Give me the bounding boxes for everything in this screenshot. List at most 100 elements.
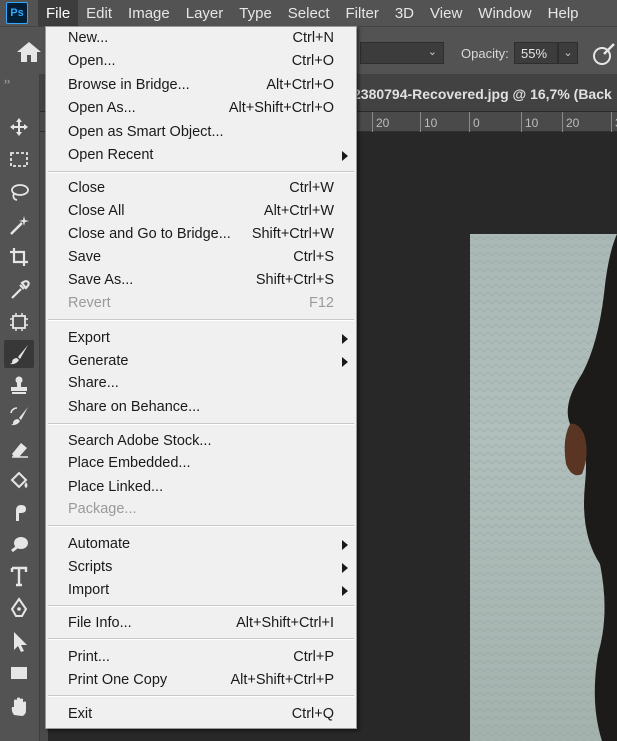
menu-view[interactable]: View [422, 0, 470, 26]
menu-item-generate[interactable]: Generate [46, 351, 356, 373]
airbrush-icon[interactable] [592, 42, 616, 66]
submenu-arrow-icon [342, 540, 348, 550]
submenu-arrow-icon [342, 563, 348, 573]
menu-3d[interactable]: 3D [387, 0, 422, 26]
menu-item-close-all[interactable]: Close All Alt+Ctrl+W [46, 201, 356, 223]
menu-item-label: Open... [68, 53, 116, 69]
menu-window[interactable]: Window [470, 0, 539, 26]
brush-tool-icon[interactable] [4, 340, 34, 368]
menu-item-shortcut: Shift+Ctrl+S [255, 272, 334, 288]
smudge-tool-icon[interactable] [4, 498, 34, 526]
menu-type[interactable]: Type [231, 0, 280, 26]
menu-item-label: Share... [68, 375, 119, 391]
menu-help[interactable]: Help [540, 0, 587, 26]
home-icon[interactable] [16, 41, 42, 63]
menu-item-label: Print One Copy [68, 672, 168, 688]
menu-item-automate[interactable]: Automate [46, 534, 356, 556]
eyedropper-icon[interactable] [4, 276, 34, 304]
opacity-input[interactable]: 55% [514, 42, 558, 64]
menu-item-label: Import [68, 582, 110, 598]
submenu-arrow-icon [342, 586, 348, 596]
history-brush-icon[interactable] [4, 402, 34, 430]
paint-bucket-icon[interactable] [4, 467, 34, 495]
menu-item-search-adobe-stock[interactable]: Search Adobe Stock... [46, 431, 356, 453]
menu-select[interactable]: Select [280, 0, 338, 26]
lasso-tool-icon[interactable] [4, 178, 34, 206]
menu-item-label: Generate [68, 353, 129, 369]
menu-item-export[interactable]: Export [46, 328, 356, 350]
crop-tool-icon[interactable] [4, 243, 34, 271]
menu-item-new[interactable]: New... Ctrl+N [46, 28, 356, 50]
menu-item-label: Scripts [68, 559, 113, 575]
menu-item-shortcut: Ctrl+W [289, 180, 334, 196]
menu-item-save-as[interactable]: Save As... Shift+Ctrl+S [46, 270, 356, 292]
rectangle-tool-icon[interactable] [4, 659, 34, 687]
menu-item-package: Package... [46, 499, 356, 521]
hand-tool-icon[interactable] [4, 692, 34, 720]
menu-item-open-as[interactable]: Open As... Alt+Shift+Ctrl+O [46, 98, 356, 120]
menu-separator [48, 525, 354, 527]
menu-item-save[interactable]: Save Ctrl+S [46, 247, 356, 269]
submenu-arrow-icon [342, 151, 348, 161]
marquee-tool-icon[interactable] [4, 145, 34, 173]
menu-item-label: File Info... [68, 615, 132, 631]
brush-mode-select[interactable]: ⌄ [360, 42, 444, 64]
menu-item-scripts[interactable]: Scripts [46, 557, 356, 579]
menu-separator [48, 423, 354, 425]
menu-item-close[interactable]: Close Ctrl+W [46, 178, 356, 200]
collapse-toolbar-icon[interactable]: ›› [4, 76, 10, 86]
menu-item-label: Open as Smart Object... [68, 124, 224, 140]
menu-item-print-one-copy[interactable]: Print One Copy Alt+Shift+Ctrl+P [46, 670, 356, 692]
menu-item-label: Revert [68, 295, 111, 311]
menu-item-shortcut: Alt+Shift+Ctrl+I [236, 615, 334, 631]
menu-item-place-linked[interactable]: Place Linked... [46, 477, 356, 499]
menu-item-shortcut: Ctrl+Q [291, 706, 334, 722]
magic-wand-icon[interactable] [4, 211, 34, 239]
chevron-down-icon: ⌄ [427, 46, 437, 58]
menu-item-label: Save [68, 249, 102, 265]
path-selection-icon[interactable] [4, 627, 34, 655]
opacity-dropdown-button[interactable]: ⌄ [558, 42, 578, 64]
menu-item-revert: Revert F12 [46, 293, 356, 315]
ruler-tick-label: 0 [473, 116, 480, 130]
menu-item-shortcut: Ctrl+N [292, 30, 335, 46]
menu-layer[interactable]: Layer [178, 0, 232, 26]
frame-tool-icon[interactable] [4, 308, 34, 336]
menu-separator [48, 319, 354, 321]
menu-item-shortcut: F12 [309, 295, 334, 311]
eraser-tool-icon[interactable] [4, 435, 34, 463]
menu-item-exit[interactable]: Exit Ctrl+Q [46, 704, 356, 726]
document-image[interactable] [470, 234, 617, 741]
ruler-tick-mark [420, 112, 421, 132]
menu-item-open-as-smart-object[interactable]: Open as Smart Object... [46, 122, 356, 144]
menu-item-place-embedded[interactable]: Place Embedded... [46, 453, 356, 475]
menu-item-file-info[interactable]: File Info... Alt+Shift+Ctrl+I [46, 613, 356, 635]
ruler-tick-label: 10 [525, 116, 539, 130]
menu-separator [48, 695, 354, 697]
menu-edit[interactable]: Edit [78, 0, 120, 26]
menu-item-print[interactable]: Print... Ctrl+P [46, 647, 356, 669]
menu-item-shortcut: Alt+Shift+Ctrl+P [230, 672, 334, 688]
menu-file[interactable]: File [38, 0, 79, 26]
pen-tool-icon[interactable] [4, 594, 34, 622]
menu-item-open[interactable]: Open... Ctrl+O [46, 51, 356, 73]
document-tab-title[interactable]: 2380794-Recovered.jpg @ 16,7% (Back [353, 86, 612, 102]
menu-item-open-recent[interactable]: Open Recent [46, 145, 356, 167]
menu-item-label: Save As... [68, 272, 134, 288]
menu-image[interactable]: Image [120, 0, 178, 26]
menu-item-share-on-behance[interactable]: Share on Behance... [46, 397, 356, 419]
menu-item-browse-in-bridge[interactable]: Browse in Bridge... Alt+Ctrl+O [46, 75, 356, 97]
menu-item-close-and-go-to-bridge[interactable]: Close and Go to Bridge... Shift+Ctrl+W [46, 224, 356, 246]
dodge-tool-icon[interactable] [4, 530, 34, 558]
menu-item-label: Place Embedded... [68, 455, 191, 471]
menu-item-share[interactable]: Share... [46, 373, 356, 395]
move-tool-icon[interactable] [4, 113, 34, 141]
menu-item-label: Open Recent [68, 147, 154, 163]
stamp-tool-icon[interactable] [4, 371, 34, 399]
ruler-tick-label: 20 [566, 116, 580, 130]
menu-item-label: New... [68, 30, 109, 46]
menu-filter[interactable]: Filter [338, 0, 387, 26]
type-tool-icon[interactable] [4, 562, 34, 590]
ruler-tick-mark [562, 112, 563, 132]
menu-item-import[interactable]: Import [46, 580, 356, 602]
